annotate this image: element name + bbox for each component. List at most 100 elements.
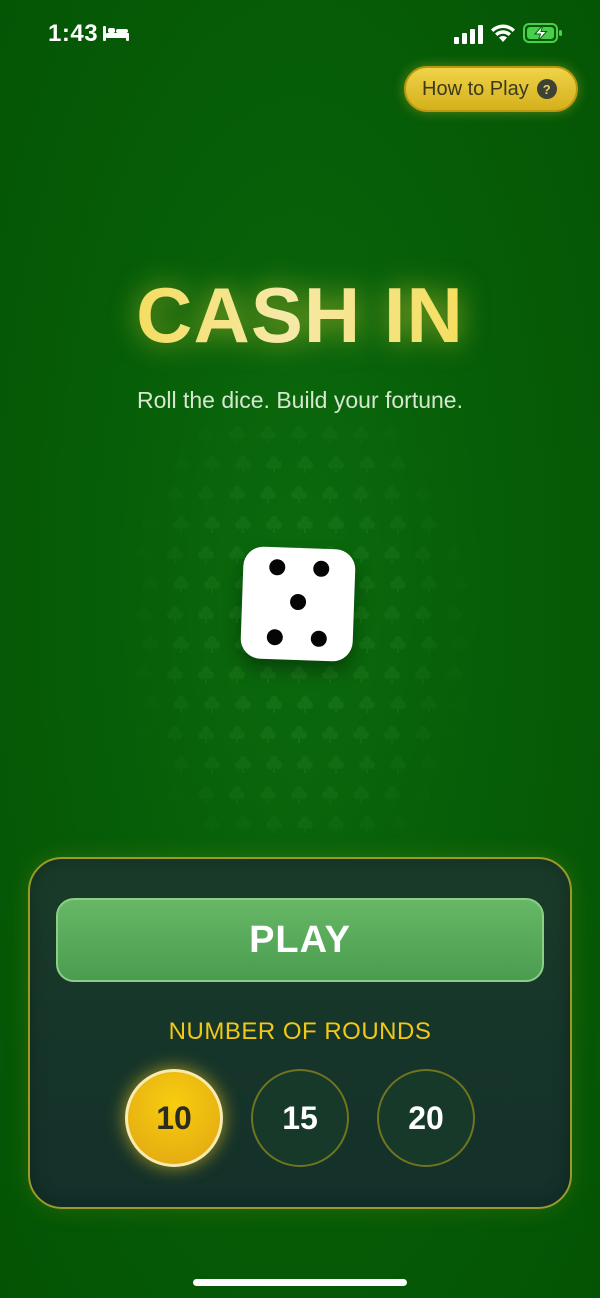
clover-icon: [359, 756, 375, 773]
how-to-play-button[interactable]: How to Play ?: [404, 66, 578, 112]
clover-icon: [260, 426, 276, 443]
clover-icon: [235, 816, 251, 833]
clover-icon: [322, 786, 338, 803]
clover-icon: [167, 726, 183, 743]
clover-icon: [384, 606, 400, 623]
status-time: 1:43: [48, 20, 99, 47]
clover-icon: [421, 456, 437, 473]
clover-icon: [266, 696, 282, 713]
clover-icon: [136, 666, 152, 683]
clover-icon: [229, 546, 245, 563]
clover-icon: [204, 636, 220, 653]
clover-icon: [353, 486, 369, 503]
clover-icon: [452, 576, 468, 593]
clover-icon: [359, 636, 375, 653]
clover-icon: [173, 636, 189, 653]
clover-icon: [204, 456, 220, 473]
clover-icon: [291, 726, 307, 743]
clover-icon: [260, 666, 276, 683]
clover-icon: [291, 486, 307, 503]
clover-icon: [198, 726, 214, 743]
clover-icon: [322, 726, 338, 743]
clover-icon: [291, 786, 307, 803]
clover-icon: [297, 456, 313, 473]
clover-icon: [235, 756, 251, 773]
battery-charging-icon: [523, 23, 562, 43]
clover-icon: [204, 756, 220, 773]
clover-icon: [421, 576, 437, 593]
clover-icon: [297, 696, 313, 713]
clover-icon: [415, 726, 431, 743]
clover-icon: [328, 816, 344, 833]
dice-pip: [268, 558, 286, 576]
clover-icon: [384, 426, 400, 443]
clover-icon: [142, 636, 158, 653]
clover-icon: [297, 756, 313, 773]
clover-icon: [204, 516, 220, 533]
clover-icon: [328, 456, 344, 473]
clover-icon: [328, 516, 344, 533]
clover-icon: [390, 816, 406, 833]
play-button[interactable]: PLAY: [56, 898, 544, 982]
clover-icon: [142, 576, 158, 593]
clover-icon: [229, 426, 245, 443]
clover-icon: [415, 606, 431, 623]
clover-icon: [142, 696, 158, 713]
round-option-20[interactable]: 20: [377, 1069, 475, 1167]
clover-icon: [415, 486, 431, 503]
clover-icon: [167, 486, 183, 503]
clover-icon: [421, 696, 437, 713]
clover-icon: [198, 426, 214, 443]
status-bar: 1:43: [0, 0, 600, 70]
clover-icon: [229, 486, 245, 503]
clover-icon: [384, 486, 400, 503]
clover-icon: [452, 696, 468, 713]
clover-icon: [390, 696, 406, 713]
clover-icon: [173, 456, 189, 473]
clover-icon: [291, 426, 307, 443]
dice-pip: [312, 560, 330, 578]
clover-icon: [266, 456, 282, 473]
clover-icon: [142, 516, 158, 533]
game-title: CASH IN: [0, 270, 600, 361]
signal-icon: [454, 25, 483, 44]
round-option-10[interactable]: 10: [125, 1069, 223, 1167]
clover-icon: [446, 726, 462, 743]
clover-icon: [266, 516, 282, 533]
round-option-15[interactable]: 15: [251, 1069, 349, 1167]
clover-icon: [353, 606, 369, 623]
clover-icon: [167, 606, 183, 623]
clover-icon: [235, 456, 251, 473]
how-to-play-label: How to Play: [422, 77, 529, 100]
clover-icon: [353, 666, 369, 683]
clover-icon: [260, 486, 276, 503]
clover-icon: [390, 756, 406, 773]
clover-icon: [328, 696, 344, 713]
clover-icon: [446, 546, 462, 563]
clover-icon: [235, 516, 251, 533]
clover-icon: [322, 426, 338, 443]
clover-icon: [446, 606, 462, 623]
clover-icon: [204, 576, 220, 593]
dice-pip: [289, 593, 307, 611]
clover-icon: [198, 606, 214, 623]
wifi-icon: [491, 24, 515, 42]
dice[interactable]: [240, 546, 356, 662]
clover-icon: [167, 786, 183, 803]
clover-icon: [421, 756, 437, 773]
bed-icon: [103, 26, 129, 41]
dice-pip: [310, 630, 328, 648]
clover-icon: [384, 786, 400, 803]
clover-icon: [173, 756, 189, 773]
clover-icon: [235, 696, 251, 713]
clover-icon: [384, 666, 400, 683]
clover-icon: [229, 666, 245, 683]
dice-pip: [266, 628, 284, 646]
clover-icon: [266, 756, 282, 773]
clover-icon: [359, 576, 375, 593]
clover-icon: [173, 516, 189, 533]
clover-icon: [353, 786, 369, 803]
clover-icon: [415, 666, 431, 683]
clover-icon: [204, 696, 220, 713]
clover-icon: [421, 516, 437, 533]
